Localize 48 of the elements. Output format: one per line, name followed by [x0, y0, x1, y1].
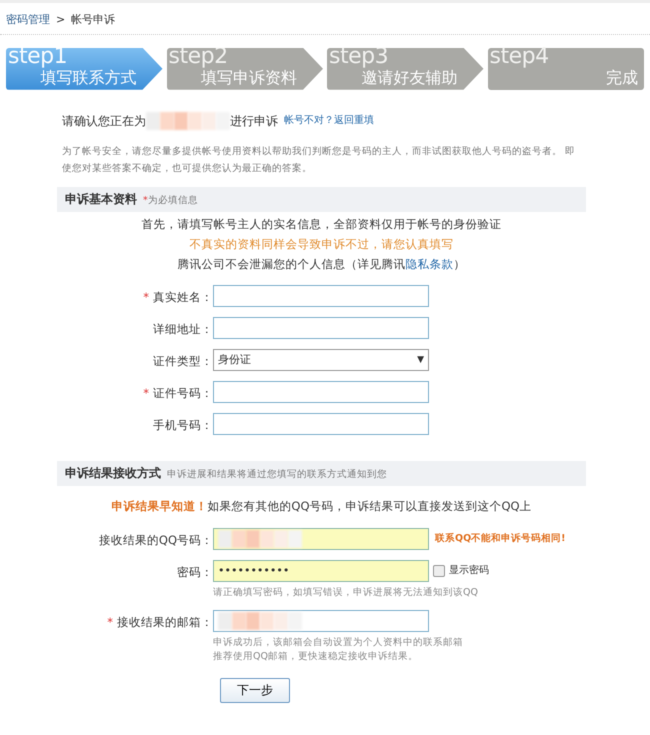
- breadcrumb-current: 帐号申诉: [71, 13, 116, 27]
- step-label: 填写申诉资料: [201, 68, 297, 88]
- intro-text: 为了帐号安全，请您尽量多提供帐号使用资料以帮助我们判断您是号码的主人，而非试图获取他人号码的盗号者。 即使您对某些答案不确定，也可提供您认为最正确的答案。: [62, 144, 576, 176]
- field-label: 证件类型：: [152, 352, 213, 369]
- field-label: * 证件号码：: [142, 384, 213, 401]
- hint-text: 请正确填写密码，如填写错误，申诉进展将无法通知到该QQ: [213, 586, 479, 600]
- hint-text: 申诉成功后，该邮箱会自动设置为个人资料中的联系邮箱: [213, 636, 463, 650]
- change-account-link[interactable]: 帐号不对？返回重填: [284, 112, 374, 129]
- step-label: 完成: [606, 68, 638, 88]
- account-prompt: 进行申诉: [230, 112, 278, 129]
- field-label: * 接收结果的邮箱：: [106, 614, 213, 630]
- input-field[interactable]: [213, 316, 429, 339]
- field-label: 密码：: [176, 564, 213, 580]
- error-text: 联系QQ不能和申诉号码相同!: [435, 532, 566, 546]
- field-label: 详细地址：: [152, 320, 213, 337]
- info-text: 首先，请填写帐号主人的实名信息，全部资料仅用于帐号的身份验证: [140, 216, 502, 232]
- step-label: 邀请好友辅助: [362, 68, 458, 88]
- step-number: step4: [490, 44, 549, 69]
- info-text: 腾讯公司不会泄漏您的个人信息（详见腾讯隐私条款）: [176, 256, 466, 272]
- field-label: * 真实姓名：: [142, 288, 213, 305]
- section-title: 申诉基本资料: [65, 192, 137, 207]
- section-note: 申诉进展和结果将通过您填写的联系方式通知到您: [167, 468, 387, 481]
- section-title: 申诉结果接收方式: [65, 466, 161, 481]
- checkbox[interactable]: [433, 564, 445, 577]
- step-number: step3: [329, 44, 388, 69]
- input-field[interactable]: [213, 610, 429, 632]
- step-number: step2: [168, 44, 228, 69]
- info-text: 不真实的资料同样会导致申诉不过，请您认真填写: [188, 236, 454, 252]
- step-number: step1: [8, 44, 68, 69]
- select-field[interactable]: 身份证 ▼: [213, 348, 429, 371]
- field-label: 手机号码：: [152, 416, 213, 433]
- tip-text: 申诉结果早知道！如果您有其他的QQ号码，申诉结果可以直接发送到这个QQ上: [110, 498, 533, 514]
- caret-icon: ▼: [417, 352, 424, 368]
- checkbox-label: 显示密码: [449, 564, 489, 578]
- input-field[interactable]: [213, 284, 429, 307]
- breadcrumb-separator: >: [56, 13, 66, 27]
- input-field[interactable]: [213, 412, 429, 435]
- password-field[interactable]: •••••••••••: [213, 560, 429, 582]
- breadcrumb-link[interactable]: 密码管理: [6, 13, 50, 27]
- hint-text: 推荐使用QQ邮箱，更快速稳定接收申诉结果。: [213, 650, 419, 664]
- input-field[interactable]: [213, 528, 429, 550]
- account-prompt: 请确认您正在为: [62, 112, 146, 129]
- step-label: 填写联系方式: [40, 68, 136, 88]
- field-label: 接收结果的QQ号码：: [98, 532, 213, 548]
- privacy-link[interactable]: 隐私条款: [406, 256, 454, 271]
- section-note: *为必填信息: [143, 194, 198, 207]
- next-button[interactable]: 下一步: [220, 678, 290, 703]
- input-field[interactable]: [213, 380, 429, 403]
